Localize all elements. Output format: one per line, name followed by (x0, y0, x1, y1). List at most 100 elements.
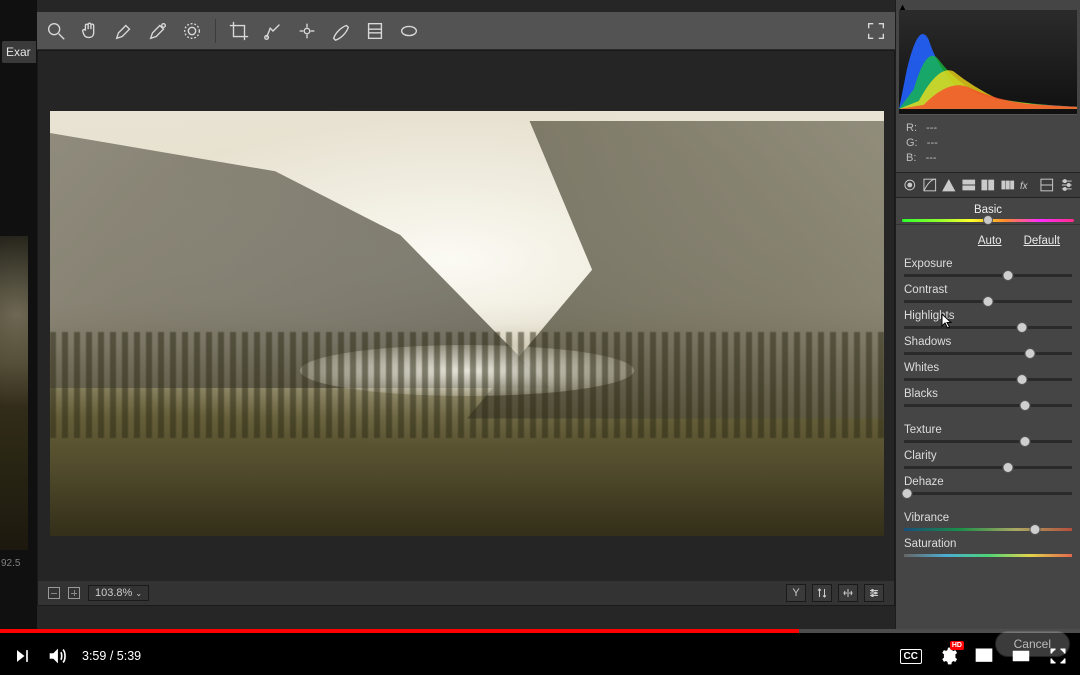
presets-panel-icon[interactable] (1059, 177, 1075, 193)
adjustment-brush-icon[interactable] (330, 20, 352, 42)
fill-view-icon[interactable] (68, 587, 80, 599)
clarity-track[interactable] (904, 466, 1072, 469)
whites-slider[interactable]: Whites (904, 359, 1072, 381)
hsl-panel-icon[interactable] (961, 177, 977, 193)
exposure-label: Exposure (904, 255, 1072, 272)
clarity-knob[interactable] (1003, 462, 1014, 473)
video-player-controls: 3:59 / 5:39 CC HD (0, 629, 1080, 675)
blacks-track[interactable] (904, 404, 1072, 407)
wb-spectrum-slider[interactable] (902, 219, 1074, 222)
clarity-slider[interactable]: Clarity (904, 447, 1072, 469)
radial-filter-icon[interactable] (398, 20, 420, 42)
texture-label: Texture (904, 421, 1072, 438)
default-button[interactable]: Default (1024, 235, 1060, 247)
shadows-knob[interactable] (1025, 348, 1036, 359)
basic-panel-icon[interactable] (902, 177, 918, 193)
thumbnail-zoom-readout: 92.5 (1, 558, 20, 569)
histogram[interactable] (899, 10, 1077, 115)
preview-canvas-area: 103.8% ⌄ Y (37, 50, 895, 606)
hd-badge: HD (950, 641, 964, 650)
exposure-knob[interactable] (1003, 270, 1014, 281)
shadows-slider[interactable]: Shadows (904, 333, 1072, 355)
dehaze-label: Dehaze (904, 473, 1072, 490)
crop-tool-icon[interactable] (228, 20, 250, 42)
swap-icon[interactable] (812, 584, 832, 602)
dehaze-knob[interactable] (902, 488, 913, 499)
exposure-track[interactable] (904, 274, 1072, 277)
detail-panel-icon[interactable] (941, 177, 957, 193)
progress-bar[interactable] (0, 629, 1080, 633)
calibration-panel-icon[interactable] (1039, 177, 1055, 193)
fit-view-icon[interactable] (48, 587, 60, 599)
volume-icon[interactable] (46, 645, 68, 667)
highlights-track[interactable] (904, 326, 1072, 329)
camera-raw-window: Exar 92.5 103.8% ⌄ Y (0, 0, 1080, 629)
dehaze-track[interactable] (904, 492, 1072, 495)
effects-panel-icon[interactable]: fx (1019, 177, 1035, 193)
document-tab[interactable]: Exar (2, 41, 36, 63)
before-after-icon[interactable] (838, 584, 858, 602)
vibrance-track[interactable] (904, 528, 1072, 531)
panel-tabstrip: fx (896, 172, 1080, 198)
basic-panel-title: Basic (896, 198, 1080, 225)
toolbar-divider (215, 19, 216, 43)
image-preview[interactable] (50, 111, 884, 536)
theater-mode-icon[interactable] (1010, 647, 1032, 665)
dehaze-slider[interactable]: Dehaze (904, 473, 1072, 495)
saturation-slider[interactable]: Saturation (904, 535, 1072, 557)
zoom-level[interactable]: 103.8% ⌄ (88, 585, 149, 601)
acr-toolbar (37, 12, 895, 50)
texture-track[interactable] (904, 440, 1072, 443)
blacks-knob[interactable] (1019, 400, 1030, 411)
highlights-slider[interactable]: Highlights (904, 307, 1072, 329)
targeted-adjustment-icon[interactable] (181, 20, 203, 42)
filmstrip-thumbnail[interactable] (0, 236, 28, 550)
white-balance-eyedropper-icon[interactable] (113, 20, 135, 42)
basic-sliders: Exposure Contrast Highlights Shadows Whites B… (896, 253, 1080, 563)
graduated-filter-icon[interactable] (364, 20, 386, 42)
contrast-track[interactable] (904, 300, 1072, 303)
curve-panel-icon[interactable] (922, 177, 938, 193)
splittoning-panel-icon[interactable] (980, 177, 996, 193)
settings-gear-icon[interactable]: HD (938, 646, 958, 666)
contrast-knob[interactable] (983, 296, 994, 307)
vibrance-knob[interactable] (1030, 524, 1041, 535)
saturation-label: Saturation (904, 535, 1072, 552)
vibrance-label: Vibrance (904, 509, 1072, 526)
time-display: 3:59 / 5:39 (82, 649, 141, 663)
blacks-label: Blacks (904, 385, 1072, 402)
zoom-tool-icon[interactable] (45, 20, 67, 42)
color-sampler-icon[interactable] (147, 20, 169, 42)
contrast-slider[interactable]: Contrast (904, 281, 1072, 303)
saturation-track[interactable] (904, 554, 1072, 557)
shadows-track[interactable] (904, 352, 1072, 355)
whites-track[interactable] (904, 378, 1072, 381)
miniplayer-icon[interactable] (974, 646, 994, 666)
whites-knob[interactable] (1016, 374, 1027, 385)
toggle-fullscreen-icon[interactable] (865, 20, 887, 42)
texture-knob[interactable] (1019, 436, 1030, 447)
texture-slider[interactable]: Texture (904, 421, 1072, 443)
preferences-icon[interactable] (864, 584, 884, 602)
hand-tool-icon[interactable] (79, 20, 101, 42)
next-button-icon[interactable] (12, 646, 32, 666)
compare-mode-button[interactable]: Y (786, 584, 806, 602)
fullscreen-icon[interactable] (1048, 646, 1068, 666)
highlights-label: Highlights (904, 307, 1072, 324)
lens-panel-icon[interactable] (1000, 177, 1016, 193)
whites-label: Whites (904, 359, 1072, 376)
shadows-label: Shadows (904, 333, 1072, 350)
captions-button[interactable]: CC (900, 649, 922, 664)
adjustment-panel: ▲ R: --- G: --- B: --- fx (895, 0, 1080, 629)
blacks-slider[interactable]: Blacks (904, 385, 1072, 407)
rgb-readout: R: --- G: --- B: --- (896, 115, 1080, 172)
spot-removal-icon[interactable] (262, 20, 284, 42)
auto-button[interactable]: Auto (978, 235, 1002, 247)
vibrance-slider[interactable]: Vibrance (904, 509, 1072, 531)
svg-text:fx: fx (1020, 181, 1029, 192)
canvas-statusbar: 103.8% ⌄ Y (38, 581, 894, 605)
clarity-label: Clarity (904, 447, 1072, 464)
exposure-slider[interactable]: Exposure (904, 255, 1072, 277)
highlights-knob[interactable] (1016, 322, 1027, 333)
redeye-icon[interactable] (296, 20, 318, 42)
